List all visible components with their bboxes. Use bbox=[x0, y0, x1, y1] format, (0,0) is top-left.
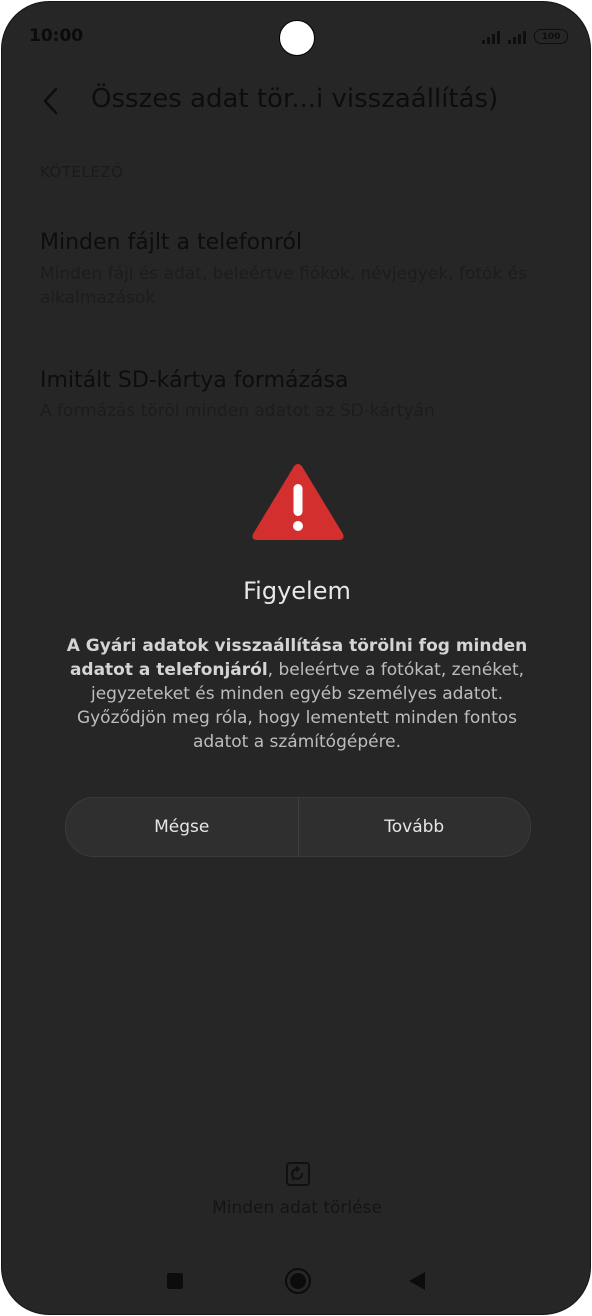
back-triangle-icon[interactable] bbox=[409, 1272, 425, 1290]
cancel-button[interactable]: Mégse bbox=[66, 798, 298, 856]
page-title: Összes adat tör...i visszaállítás) bbox=[91, 84, 499, 114]
home-circle-icon[interactable] bbox=[285, 1268, 311, 1294]
front-camera bbox=[279, 20, 315, 56]
dialog-message: A Gyári adatok visszaállítása törölni fo… bbox=[62, 634, 532, 754]
reset-icon[interactable] bbox=[285, 1161, 311, 1187]
signal-icon bbox=[508, 30, 526, 44]
signal-icon bbox=[482, 30, 500, 44]
item-title-phone-files: Minden fájlt a telefonról bbox=[40, 230, 303, 255]
section-label: KÖTELEZŐ bbox=[40, 163, 124, 181]
dialog-buttons: Mégse Tovább bbox=[65, 797, 531, 857]
status-time: 10:00 bbox=[29, 26, 84, 46]
dialog-title: Figyelem bbox=[243, 577, 351, 605]
item-desc-sd-format: A formázás töröl minden adatot az SD-kár… bbox=[40, 401, 435, 421]
item-title-sd-format: Imitált SD-kártya formázása bbox=[40, 368, 349, 393]
item-desc-phone-files: Minden fájl és adat, beleértve fiókok, n… bbox=[40, 264, 527, 308]
back-arrow-icon[interactable] bbox=[38, 86, 68, 116]
status-icons: 100 bbox=[482, 28, 568, 44]
erase-all-data-button[interactable]: Minden adat törlése bbox=[2, 1198, 590, 1218]
recents-square-icon[interactable] bbox=[167, 1273, 183, 1289]
phone-screen: 10:00 100 Összes adat tör...i visszaállí… bbox=[1, 1, 591, 1315]
warning-icon bbox=[252, 464, 344, 540]
continue-button[interactable]: Tovább bbox=[299, 798, 531, 856]
battery-icon: 100 bbox=[534, 29, 568, 44]
